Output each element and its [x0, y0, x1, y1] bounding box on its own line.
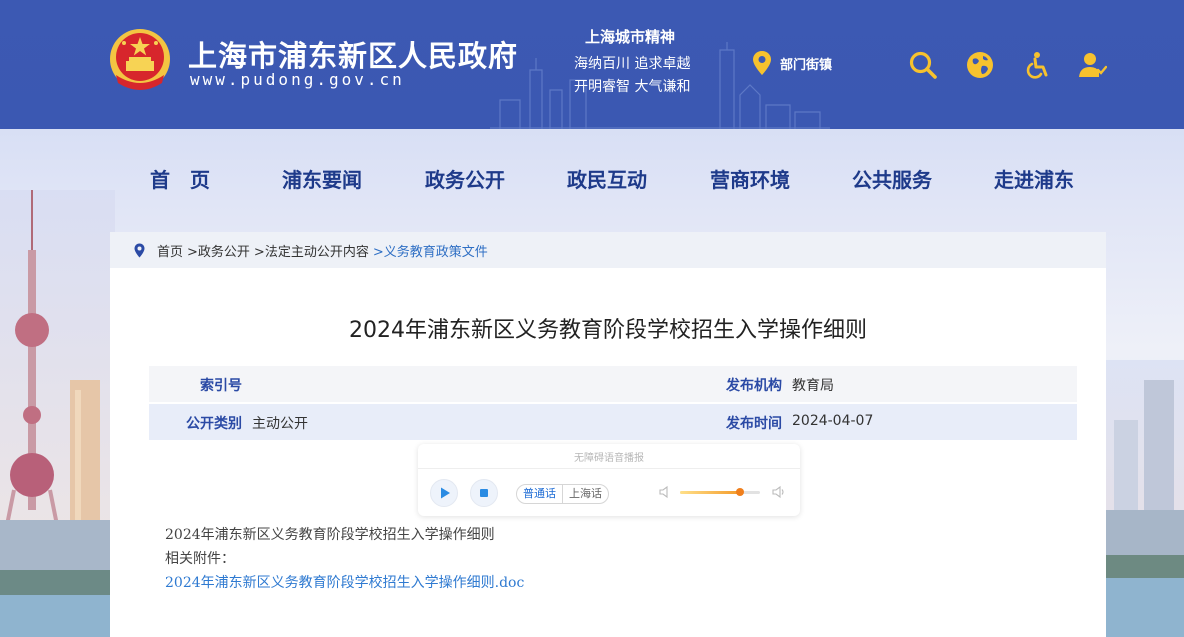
category-value: 主动公开	[252, 416, 308, 432]
nav-item-government-affairs[interactable]: 政务公开	[425, 164, 505, 193]
nav-item-pudong-news[interactable]: 浦东要闻	[282, 164, 362, 193]
category-label: 公开类别	[186, 416, 242, 432]
play-icon	[441, 487, 450, 499]
attachment-label: 相关附件：	[165, 551, 235, 567]
volume-slider[interactable]	[680, 488, 760, 496]
meta-row-2: 公开类别 主动公开 发布时间 2024-04-07	[149, 404, 1077, 440]
department-town-link[interactable]: 部门街镇	[752, 50, 832, 76]
nav-item-business-environment[interactable]: 营商环境	[710, 164, 790, 193]
department-town-label: 部门街镇	[780, 57, 833, 73]
article-title: 2024年浦东新区义务教育阶段学校招生入学操作细则	[349, 318, 867, 343]
nav-item-interaction[interactable]: 政民互动	[567, 164, 647, 193]
search-icon[interactable]	[908, 50, 938, 80]
voice-reader-title: 无障碍语音播报	[574, 453, 644, 464]
nav-item-public-services[interactable]: 公共服务	[852, 164, 932, 193]
location-pin-icon	[134, 243, 145, 257]
index-number-label: 索引号	[200, 378, 242, 394]
city-spirit-line-1: 海纳百川 追求卓越	[574, 56, 691, 72]
nav-item-about-pudong[interactable]: 走进浦东	[994, 164, 1074, 193]
breadcrumb-home[interactable]: 首页	[157, 241, 183, 260]
stop-button[interactable]	[470, 479, 498, 507]
volume-slider-handle[interactable]	[736, 488, 744, 496]
publish-date-value: 2024-04-07	[792, 413, 874, 429]
site-url: www.pudong.gov.cn	[190, 70, 405, 89]
national-emblem-icon	[110, 29, 170, 90]
publisher-value: 教育局	[792, 378, 834, 394]
breadcrumb-government-affairs[interactable]: >政务公开	[187, 241, 250, 260]
volume-slider-fill	[680, 491, 740, 494]
globe-icon[interactable]	[965, 50, 995, 80]
play-button[interactable]	[430, 479, 458, 507]
site-header: 上海市浦东新区人民政府 www.pudong.gov.cn 上海城市精神 海纳百…	[0, 0, 1184, 129]
article-panel: 2024年浦东新区义务教育阶段学校招生入学操作细则 索引号 发布机构 教育局 公…	[110, 268, 1106, 637]
language-switch: 普通话 上海话	[516, 484, 609, 504]
lang-option-mandarin[interactable]: 普通话	[517, 485, 562, 503]
voice-reader-widget: 无障碍语音播报 普通话 上海话	[418, 444, 800, 516]
city-spirit-line-2: 开明睿智 大气谦和	[574, 79, 691, 95]
breadcrumb: 首页 >政务公开 >法定主动公开内容 >义务教育政策文件	[110, 232, 1106, 268]
nav-item-home[interactable]: 首 页	[150, 164, 210, 193]
breadcrumb-compulsory-education-policy[interactable]: >义务教育政策文件	[373, 241, 488, 260]
voice-reader-divider	[418, 468, 800, 469]
lang-option-shanghainese[interactable]: 上海话	[562, 485, 608, 503]
main-navigation: 首 页 浦东要闻 政务公开 政民互动 营商环境 公共服务 走进浦东	[0, 129, 1184, 227]
city-spirit-title: 上海城市精神	[585, 28, 676, 46]
oriental-pearl-tower-image	[0, 190, 115, 637]
meta-row-1: 索引号 发布机构 教育局	[149, 366, 1077, 402]
volume-low-icon[interactable]	[658, 485, 672, 499]
site-title[interactable]: 上海市浦东新区人民政府	[188, 33, 518, 75]
article-body-text: 2024年浦东新区义务教育阶段学校招生入学操作细则	[165, 527, 495, 543]
volume-high-icon[interactable]	[772, 485, 786, 499]
publish-date-label: 发布时间	[726, 416, 782, 432]
attachment-link[interactable]: 2024年浦东新区义务教育阶段学校招生入学操作细则.doc	[165, 572, 524, 592]
stop-icon	[480, 489, 488, 497]
publisher-label: 发布机构	[726, 378, 782, 394]
map-pin-icon	[753, 51, 771, 75]
user-icon[interactable]	[1077, 50, 1107, 80]
skyline-right-image	[1104, 360, 1184, 637]
accessibility-icon[interactable]	[1022, 50, 1052, 80]
breadcrumb-statutory-disclosure[interactable]: >法定主动公开内容	[254, 241, 369, 260]
